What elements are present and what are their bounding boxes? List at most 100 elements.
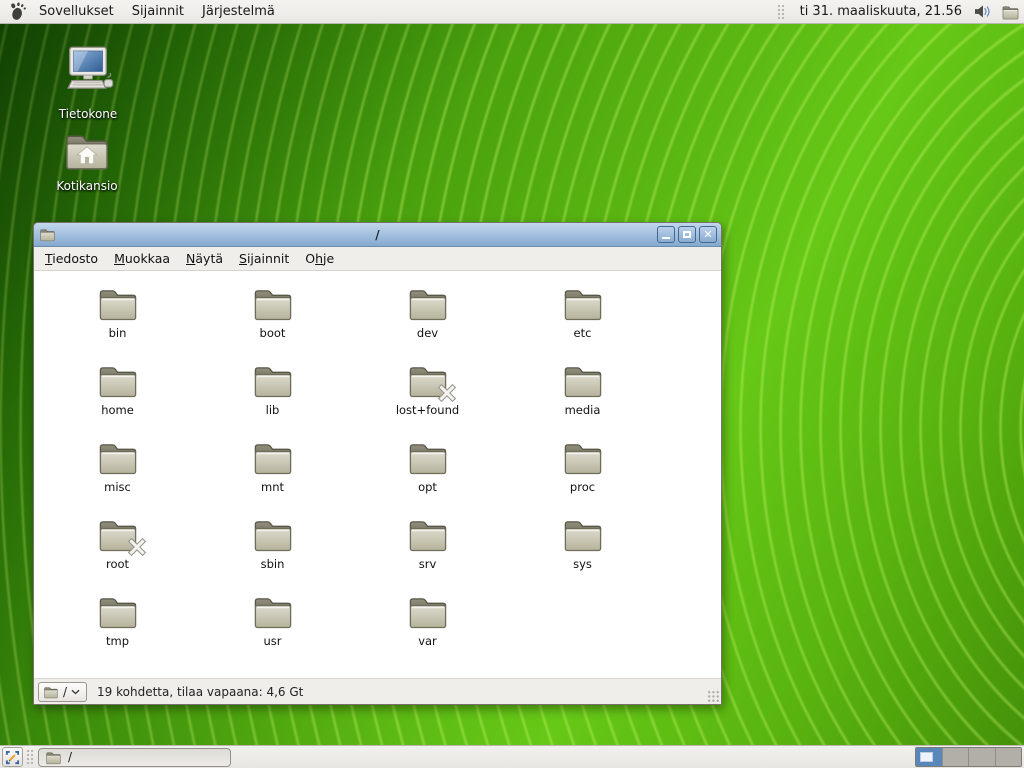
desktop-icon-computer[interactable]: Tietokone [36, 44, 140, 122]
status-text: 19 kohdetta, tilaa vapaana: 4,6 Gt [97, 685, 303, 699]
folder-item[interactable]: proc [505, 437, 660, 514]
folder-item[interactable]: home [40, 360, 195, 437]
folder-label: sbin [261, 557, 285, 571]
folder-label: media [565, 403, 601, 417]
panel-menubar: SovelluksetSijainnitJärjestelmä [30, 0, 284, 23]
tasklist-drag-handle[interactable] [26, 749, 35, 765]
folder-item[interactable]: tmp [40, 591, 195, 668]
top-panel: SovelluksetSijainnitJärjestelmä ti 31. m… [0, 0, 1024, 24]
window-titlebar[interactable]: / ✕ [34, 223, 721, 247]
folder-icon [96, 437, 140, 477]
menu-label-pre: O [305, 251, 315, 266]
workspace-cell[interactable] [968, 748, 995, 766]
clock-applet[interactable]: ti 31. maaliskuuta, 21.56 [794, 4, 968, 19]
folder-item[interactable]: root [40, 514, 195, 591]
no-access-emblem-icon [127, 537, 147, 557]
task-button[interactable]: / [38, 748, 231, 767]
menu-label-mnemonic: h [315, 251, 323, 266]
menu-label-mnemonic: N [186, 251, 195, 266]
volume-icon[interactable] [972, 3, 992, 21]
window-statusbar: / 19 kohdetta, tilaa vapaana: 4,6 Gt [34, 678, 721, 704]
panel-menu-item[interactable]: Sijainnit [123, 0, 193, 23]
folder-item[interactable]: lost+found [350, 360, 505, 437]
show-desktop-button[interactable] [2, 747, 23, 767]
menu-label-post: iedosto [52, 251, 98, 266]
show-desktop-icon [5, 750, 20, 765]
folder-label: boot [260, 326, 286, 340]
no-access-emblem-icon [437, 383, 457, 403]
folder-label: usr [263, 634, 281, 648]
desktop-icon-label: Tietokone [59, 107, 118, 121]
folder-label: srv [419, 557, 437, 571]
folder-item[interactable]: etc [505, 283, 660, 360]
workspace-switcher [915, 747, 1022, 767]
applet-drag-handle[interactable] [777, 4, 786, 20]
folder-label: lost+found [396, 403, 459, 417]
folder-item[interactable]: mnt [195, 437, 350, 514]
minimize-button[interactable] [657, 226, 675, 243]
folder-icon [406, 283, 450, 323]
home-folder-icon [62, 128, 112, 172]
workspace-cell[interactable] [995, 748, 1022, 766]
resize-grip[interactable] [706, 689, 719, 702]
window-menu-item[interactable]: Sijainnit [231, 248, 297, 269]
folder-label: etc [574, 326, 592, 340]
window-buttons: ✕ [657, 226, 717, 243]
folder-grid: bin boot [40, 283, 721, 668]
task-button-label: / [68, 750, 72, 764]
close-button[interactable]: ✕ [699, 226, 717, 243]
workspace-cell[interactable] [916, 748, 942, 766]
computer-icon [60, 44, 116, 100]
maximize-button[interactable] [678, 226, 696, 243]
folder-icon [561, 437, 605, 477]
folder-item[interactable]: usr [195, 591, 350, 668]
file-manager-tray-icon[interactable] [1000, 3, 1020, 21]
folder-icon [561, 283, 605, 323]
folder-label: sys [573, 557, 592, 571]
chevron-down-icon [71, 689, 80, 695]
folder-icon [406, 437, 450, 477]
file-manager-window: / ✕ Tiedosto Muokkaa Näytä Sijainnit Ohj… [33, 222, 722, 705]
folder-item[interactable]: bin [40, 283, 195, 360]
folder-label: home [101, 403, 134, 417]
folder-label: tmp [106, 634, 129, 648]
folder-item[interactable]: var [350, 591, 505, 668]
window-menu-item[interactable]: Ohje [297, 248, 342, 269]
panel-menu-item[interactable]: Sovellukset [30, 0, 123, 23]
panel-menu-item[interactable]: Järjestelmä [193, 0, 284, 23]
folder-item[interactable]: misc [40, 437, 195, 514]
folder-label: dev [417, 326, 438, 340]
folder-label: bin [109, 326, 127, 340]
folder-item[interactable]: media [505, 360, 660, 437]
window-menu-item[interactable]: Tiedosto [37, 248, 106, 269]
folder-view[interactable]: bin boot [34, 271, 721, 678]
folder-icon [406, 591, 450, 631]
folder-item[interactable]: srv [350, 514, 505, 591]
folder-item[interactable]: sbin [195, 514, 350, 591]
workspace-cell[interactable] [942, 748, 969, 766]
folder-icon [251, 360, 295, 400]
task-folder-icon [45, 750, 62, 765]
folder-label: root [106, 557, 129, 571]
window-menu-item[interactable]: Muokkaa [106, 248, 178, 269]
menu-label-post: ijainnit [247, 251, 289, 266]
gnome-foot-icon[interactable] [6, 2, 28, 22]
window-menu-item[interactable]: Näytä [178, 248, 231, 269]
folder-icon [251, 437, 295, 477]
location-dropdown[interactable]: / [38, 682, 87, 702]
desktop-icon-home[interactable]: Kotikansio [35, 128, 139, 194]
bottom-panel: / [0, 745, 1024, 768]
folder-item[interactable]: sys [505, 514, 660, 591]
folder-label: var [418, 634, 437, 648]
folder-icon [96, 283, 140, 323]
desktop-wallpaper[interactable]: Tietokone Kotikansio / [0, 24, 1024, 745]
panel-right-applets: ti 31. maaliskuuta, 21.56 [777, 0, 1024, 23]
folder-label: opt [418, 480, 437, 494]
window-title: / [34, 228, 721, 242]
folder-item[interactable]: dev [350, 283, 505, 360]
folder-icon [406, 514, 450, 554]
folder-item[interactable]: lib [195, 360, 350, 437]
folder-item[interactable]: opt [350, 437, 505, 514]
folder-item[interactable]: boot [195, 283, 350, 360]
folder-icon [561, 514, 605, 554]
